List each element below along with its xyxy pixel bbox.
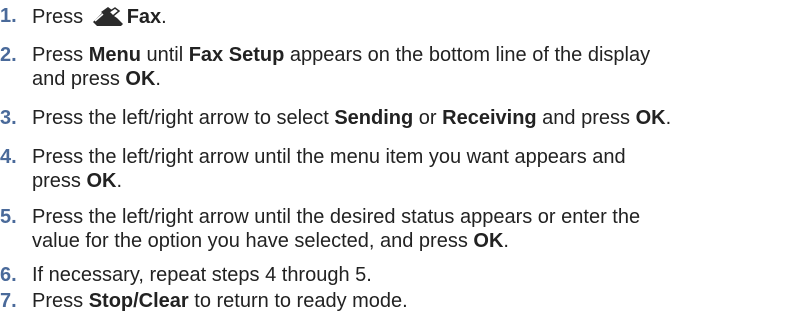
step-number: 7. [0, 290, 17, 312]
instruction-steps: 1. Press Fax. 2. Press Menu until Fax Se… [0, 0, 806, 313]
step-number: 5. [0, 206, 17, 228]
step-text: Press the left/right arrow until the des… [32, 206, 641, 252]
step-text: Press Stop/Clear to return to ready mode… [32, 290, 408, 312]
step-number: 2. [0, 44, 17, 66]
step-number: 1. [0, 5, 17, 27]
step-text: Press Menu until Fax Setup appears on th… [32, 44, 651, 90]
step-number: 3. [0, 107, 17, 129]
step-text: Press Fax. [32, 6, 167, 28]
step-number: 4. [0, 146, 17, 168]
step-number: 6. [0, 264, 17, 286]
step-text: Press the left/right arrow until the men… [32, 146, 626, 192]
step-text: If necessary, repeat steps 4 through 5. [32, 264, 372, 286]
fax-icon [92, 7, 123, 26]
step-text: Press the left/right arrow to select Sen… [32, 107, 672, 129]
